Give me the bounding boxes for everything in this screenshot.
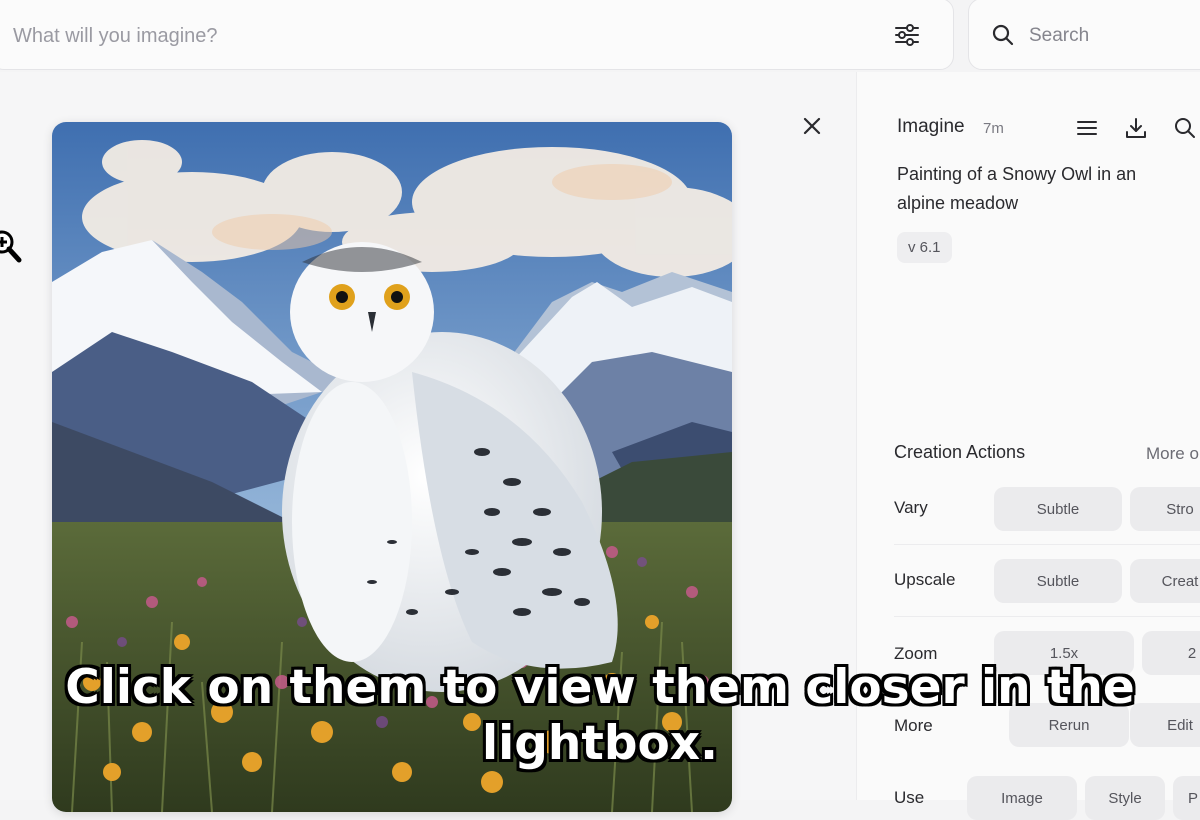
- version-badge: v 6.1: [897, 232, 952, 263]
- zoom-2x-button[interactable]: 2: [1142, 631, 1200, 675]
- search-bar[interactable]: [968, 0, 1200, 70]
- use-prompt-button[interactable]: P: [1173, 776, 1200, 820]
- prompt-input[interactable]: [11, 21, 875, 51]
- job-age: 7m: [983, 120, 1004, 137]
- use-label: Use: [894, 788, 925, 807]
- snowy-owl-painting: [52, 122, 732, 812]
- details-panel: Imagine 7m Painting of a Snowy Owl in an…: [856, 72, 1200, 820]
- search-input[interactable]: [1027, 21, 1200, 51]
- zoom-1-5x-button[interactable]: 1.5x: [994, 631, 1134, 675]
- zoom-label: Zoom: [894, 644, 938, 663]
- use-style-button[interactable]: Style: [1085, 776, 1165, 820]
- generated-image[interactable]: [52, 122, 732, 812]
- sliders-icon: [895, 24, 919, 46]
- editor-button[interactable]: Edit: [1130, 703, 1200, 747]
- upscale-creative-button[interactable]: Creat: [1130, 559, 1200, 603]
- divider: [894, 544, 1200, 545]
- search-icon: [1175, 118, 1195, 138]
- vary-strong-button[interactable]: Stro: [1130, 487, 1200, 531]
- more-label: More: [894, 716, 933, 735]
- prompt-bar: [0, 0, 954, 70]
- creation-actions-title: Creation Actions: [894, 442, 1026, 462]
- use-image-button[interactable]: Image: [967, 776, 1077, 820]
- job-type: Imagine: [897, 116, 965, 137]
- divider: [894, 616, 1200, 617]
- zoom-in-cursor-icon: [0, 226, 24, 270]
- options-button[interactable]: [1073, 114, 1101, 142]
- close-lightbox-button[interactable]: [798, 112, 826, 140]
- vary-label: Vary: [894, 498, 928, 517]
- prompt-text: Painting of a Snowy Owl in an alpine mea…: [897, 164, 1137, 213]
- more-options-link[interactable]: More o: [1146, 444, 1199, 464]
- upscale-subtle-button[interactable]: Subtle: [994, 559, 1122, 603]
- search-similar-button[interactable]: [1171, 114, 1199, 142]
- vary-subtle-button[interactable]: Subtle: [994, 487, 1122, 531]
- download-icon: [1126, 118, 1146, 138]
- close-icon: [803, 117, 821, 135]
- settings-button[interactable]: [891, 19, 923, 51]
- search-icon: [992, 24, 1014, 46]
- menu-icon: [1077, 121, 1097, 135]
- rerun-button[interactable]: Rerun: [1009, 703, 1129, 747]
- upscale-label: Upscale: [894, 570, 956, 589]
- download-button[interactable]: [1122, 114, 1150, 142]
